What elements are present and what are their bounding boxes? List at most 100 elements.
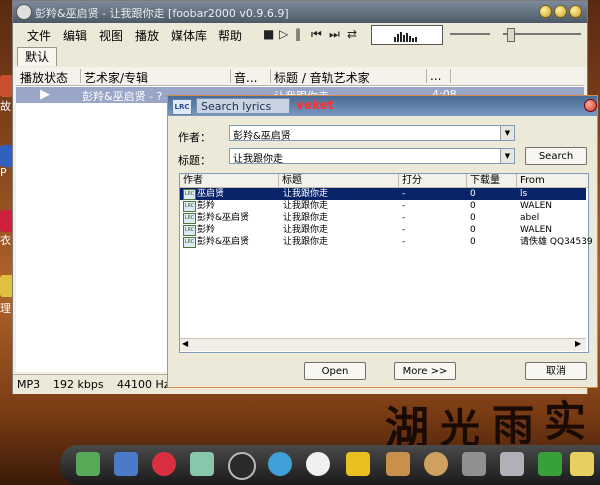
result-from: abel — [520, 213, 540, 223]
next-icon[interactable]: ⏭ — [329, 27, 340, 42]
result-artist: 巫启贤 — [197, 189, 225, 199]
image-icon[interactable] — [386, 452, 410, 476]
paper-icon[interactable] — [190, 452, 214, 476]
result-artist: 彭羚 — [197, 225, 216, 235]
lrc-icon: LRC — [172, 99, 192, 115]
result-row[interactable]: LRC 彭羚 让我跟你走 - 0 WALEN — [180, 200, 586, 212]
row-artist: 彭羚&巫启贤 - ? — [82, 90, 163, 103]
menu-edit[interactable]: 编辑 — [63, 27, 87, 44]
col-play-state[interactable]: 播放状态 — [20, 69, 81, 85]
col-result-from[interactable]: From — [517, 174, 586, 187]
col-result-score[interactable]: 打分 — [399, 174, 467, 187]
result-row[interactable]: LRC 巫启贤 让我跟你走 - 0 ls — [180, 188, 586, 200]
menu-file[interactable]: 文件 — [27, 27, 51, 44]
result-artist: 彭羚&巫启贤 — [197, 237, 250, 247]
lrc-file-icon: LRC — [183, 225, 196, 236]
open-button[interactable]: Open — [304, 362, 366, 380]
result-from: WALEN — [520, 201, 552, 211]
col-title[interactable]: 标题 / 音轨艺术家 — [274, 69, 427, 85]
desktop-label-4: 理 — [0, 302, 11, 315]
horizontal-scrollbar[interactable]: ◀ ▶ — [180, 338, 586, 351]
menu-help[interactable]: 帮助 — [218, 27, 242, 44]
chevron-down-icon[interactable]: ▼ — [500, 126, 514, 140]
drive-icon[interactable] — [462, 452, 486, 476]
result-row[interactable]: LRC 彭羚 让我跟你走 - 0 WALEN — [180, 224, 586, 236]
playlist-tabs: 默认 — [13, 45, 587, 67]
col-track[interactable]: 音... — [234, 69, 271, 85]
result-row[interactable]: LRC 彭羚&巫启贤 让我跟你走 - 0 请佚雄 QQ34539 — [180, 236, 593, 248]
lyrics-dialog: LRC Search lyrics veket 作者： 彭羚&巫启贤 ▼ 标题：… — [167, 95, 598, 388]
foobar-logo-icon — [16, 4, 32, 20]
tab-default[interactable]: 默认 — [17, 47, 57, 66]
menu-library[interactable]: 媒体库 — [171, 27, 207, 44]
result-artist: 彭羚&巫启贤 — [197, 213, 250, 223]
tree-icon[interactable] — [538, 452, 562, 476]
status-samplerate: 44100 Hz — [117, 378, 170, 391]
result-from: ls — [520, 189, 528, 199]
result-downloads: 0 — [470, 225, 476, 235]
brand-label: veket — [296, 98, 334, 112]
result-title: 让我跟你走 — [283, 237, 329, 247]
window-title: 彭羚&巫启贤 - 让我跟你走 [foobar2000 v0.9.6.9] — [35, 7, 289, 20]
col-result-downloads[interactable]: 下载量 — [467, 174, 517, 187]
play-icon[interactable]: ▷ — [279, 27, 288, 41]
result-score: - — [402, 201, 406, 211]
result-from: WALEN — [520, 225, 552, 235]
volume-slider[interactable] — [450, 33, 490, 35]
dialog-close-button[interactable] — [584, 99, 597, 112]
col-result-title[interactable]: 标题 — [279, 174, 399, 187]
lrc-file-icon: LRC — [183, 189, 196, 200]
result-title: 让我跟你走 — [283, 213, 329, 223]
monitor-icon[interactable] — [114, 452, 138, 476]
lamp-icon[interactable] — [570, 452, 594, 476]
maximize-button[interactable] — [554, 5, 567, 18]
previous-icon[interactable]: ⏮ — [311, 27, 322, 42]
eye-icon[interactable] — [228, 452, 256, 480]
pig-icon[interactable] — [152, 452, 176, 476]
artist-combo[interactable]: 彭羚&巫启贤 ▼ — [229, 125, 515, 142]
result-title: 让我跟你走 — [283, 201, 329, 211]
more-button[interactable]: More >> — [394, 362, 456, 380]
artist-value: 彭羚&巫启贤 — [233, 131, 291, 142]
artist-label: 作者： — [178, 131, 211, 144]
result-score: - — [402, 213, 406, 223]
penguin-icon[interactable] — [306, 452, 330, 476]
menu-view[interactable]: 视图 — [99, 27, 123, 44]
pause-icon[interactable]: ‖ — [295, 27, 301, 41]
scroll-left-icon[interactable]: ◀ — [182, 339, 188, 348]
playlist-header: 播放状态 艺术家/专辑 音... 标题 / 音轨艺术家 ... — [16, 67, 584, 86]
tab-search-lyrics[interactable]: Search lyrics — [196, 98, 290, 114]
desktop-label-3: 衣 — [0, 234, 11, 247]
result-downloads: 0 — [470, 189, 476, 199]
col-result-artist[interactable]: 作者 — [180, 174, 279, 187]
result-downloads: 0 — [470, 213, 476, 223]
spectrum-icon — [394, 32, 417, 42]
scroll-right-icon[interactable]: ▶ — [575, 339, 581, 348]
result-row[interactable]: LRC 彭羚&巫启贤 让我跟你走 - 0 abel — [180, 212, 586, 224]
results-header: 作者 标题 打分 下载量 From — [180, 174, 588, 188]
notepad-icon[interactable] — [76, 452, 100, 476]
folder-icon[interactable] — [346, 452, 370, 476]
cancel-button[interactable]: 取消 — [525, 362, 587, 380]
col-artist-album[interactable]: 艺术家/专辑 — [84, 69, 231, 85]
menu-bar: 文件 编辑 视图 播放 媒体库 帮助 ■ ▷ ‖ ⏮ ⏭ ⇄ — [13, 23, 587, 46]
close-button[interactable] — [569, 5, 582, 18]
title-bar[interactable]: 彭羚&巫启贤 - 让我跟你走 [foobar2000 v0.9.6.9] — [13, 1, 587, 23]
random-icon[interactable]: ⇄ — [347, 27, 357, 41]
title-combo[interactable]: 让我跟你走 ▼ — [229, 148, 515, 165]
people-icon[interactable] — [268, 452, 292, 476]
seek-thumb[interactable] — [507, 28, 515, 42]
menu-playback[interactable]: 播放 — [135, 27, 159, 44]
dialog-title-bar[interactable]: LRC Search lyrics veket — [168, 96, 597, 116]
wallpaper-char-3: 雨 — [492, 401, 535, 450]
result-title: 让我跟你走 — [283, 225, 329, 235]
usb-icon[interactable] — [500, 452, 524, 476]
palette-icon[interactable] — [424, 452, 448, 476]
chevron-down-icon[interactable]: ▼ — [500, 149, 514, 163]
search-button[interactable]: Search — [525, 147, 587, 165]
minimize-button[interactable] — [539, 5, 552, 18]
result-score: - — [402, 189, 406, 199]
lrc-file-icon: LRC — [183, 213, 196, 224]
col-duration[interactable]: ... — [430, 69, 451, 83]
stop-icon[interactable]: ■ — [263, 27, 274, 41]
